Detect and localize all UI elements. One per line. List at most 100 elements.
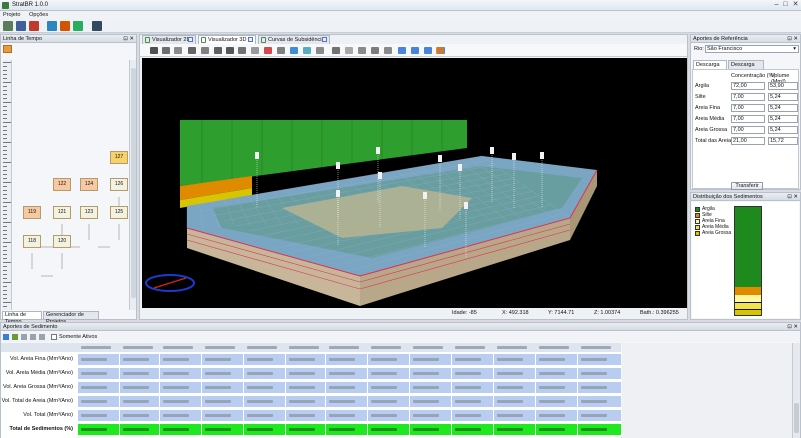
panel-close-icon[interactable]: ⊡ ✕: [787, 193, 798, 201]
tab-detach-icon[interactable]: [248, 37, 253, 42]
somente-ativos-checkbox[interactable]: [51, 334, 57, 340]
timeline-node[interactable]: 127: [110, 151, 128, 164]
row-label: Vol. Areia Fina (Mm³/Ano): [10, 356, 73, 362]
tab-visualizador-3d[interactable]: Visualizador 3D: [198, 35, 256, 44]
maximize-button[interactable]: □: [781, 1, 790, 9]
flag-icon[interactable]: [29, 21, 39, 31]
new-project-icon[interactable]: [3, 21, 13, 31]
timeline-node[interactable]: 125: [110, 206, 128, 219]
export-icon[interactable]: [277, 47, 285, 54]
tab-descarga-minima[interactable]: Descarga Mínima: [693, 60, 727, 76]
wire-icon[interactable]: [214, 47, 222, 54]
import-icon[interactable]: [47, 21, 57, 31]
menu-opcoes[interactable]: Opções: [29, 12, 48, 18]
tab-linha-de-tempo[interactable]: Linha de Tempo: [2, 311, 42, 325]
concentration-field[interactable]: 7,00: [731, 115, 765, 123]
sediment-table-scrollbar[interactable]: [792, 343, 800, 438]
paint-icon[interactable]: [436, 47, 444, 54]
open-project-icon[interactable]: [16, 21, 26, 31]
rio-label: Rio:: [694, 46, 704, 52]
solid-icon[interactable]: [251, 47, 259, 54]
viewer-toolbar: [140, 44, 687, 57]
blue-b-icon[interactable]: [411, 47, 419, 54]
title-bar: StratBR 1.0.0 – □ ✕: [0, 0, 801, 11]
concentration-field[interactable]: 7,00: [731, 104, 765, 112]
legend-swatch: [695, 225, 700, 230]
sediment-table: Vol. Areia Fina (Mm³/Ano) Vol. Areia Médi…: [1, 343, 621, 438]
3d-viewport[interactable]: [142, 58, 687, 308]
ref-row-label: Silte: [695, 94, 706, 100]
add-icon[interactable]: [3, 334, 9, 340]
volume-field: 53,90: [768, 82, 798, 90]
tools-icon[interactable]: [60, 21, 70, 31]
panel-close-icon[interactable]: ⊡ ✕: [787, 35, 798, 43]
timeline-node[interactable]: 126: [110, 178, 128, 191]
pointer-icon[interactable]: [150, 47, 158, 54]
timeline-node[interactable]: 120: [53, 235, 71, 248]
move-icon[interactable]: [162, 47, 170, 54]
legend-swatch: [695, 213, 700, 218]
row-values[interactable]: [77, 424, 621, 435]
distribution-bar: [734, 206, 762, 316]
table-row: Vol. Total de Areia (Mm³/Ano): [1, 395, 621, 408]
status-x: X: 492.318: [502, 310, 529, 316]
blue-c-icon[interactable]: [424, 47, 432, 54]
tab-curvas-de-subsidencia[interactable]: Curvas de Subsidência: [258, 35, 330, 44]
3d-scene: [145, 120, 598, 306]
close-button[interactable]: ✕: [791, 1, 800, 9]
row-values[interactable]: [77, 354, 621, 365]
row-values[interactable]: [77, 382, 621, 393]
timeline-node[interactable]: 123: [80, 206, 98, 219]
panel-close-icon[interactable]: ⊡ ✕: [787, 323, 798, 331]
row-values[interactable]: [77, 396, 621, 407]
timeline-node[interactable]: 122: [53, 178, 71, 191]
fit-icon[interactable]: [188, 47, 196, 54]
scatter-icon[interactable]: [290, 47, 298, 54]
timeline-node[interactable]: 124: [80, 178, 98, 191]
legend-swatch: [695, 219, 700, 224]
row-values[interactable]: [77, 410, 621, 421]
select-icon[interactable]: [226, 47, 234, 54]
tab-gerenciador-de-projetos[interactable]: Gerenciador de Projetos: [43, 311, 99, 325]
concentration-field[interactable]: 72,00: [731, 82, 765, 90]
grid-icon[interactable]: [201, 47, 209, 54]
delete-icon[interactable]: [39, 334, 45, 340]
ref-row-label: Total das Areias: [695, 138, 734, 144]
tab-descarga-maxima[interactable]: Descarga Máxima: [728, 60, 764, 76]
view-top-icon[interactable]: [345, 47, 353, 54]
tab-detach-icon[interactable]: [188, 37, 193, 42]
menu-projeto[interactable]: Projeto: [3, 12, 20, 18]
timeline-node[interactable]: 119: [23, 206, 41, 219]
view-front-icon[interactable]: [358, 47, 366, 54]
row-values[interactable]: [77, 368, 621, 379]
tab-detach-icon[interactable]: [322, 37, 327, 42]
minimize-button[interactable]: –: [772, 1, 781, 9]
status-y: Y: 7144.71: [548, 310, 575, 316]
concentration-field[interactable]: 7,00: [731, 126, 765, 134]
down-icon[interactable]: [21, 334, 27, 340]
zoom-icon[interactable]: [174, 47, 182, 54]
timeline-node[interactable]: 121: [53, 206, 71, 219]
copy-icon[interactable]: [30, 334, 36, 340]
concentration-field[interactable]: 7,00: [731, 93, 765, 101]
tab-visualizador-2d[interactable]: Visualizador 2D: [142, 35, 196, 44]
view-iso-icon[interactable]: [384, 47, 392, 54]
red-box-icon[interactable]: [264, 47, 272, 54]
timeline-node[interactable]: 118: [23, 235, 41, 248]
layer-icon[interactable]: [238, 47, 246, 54]
status-bath: Bath.: 0.396255: [640, 310, 679, 316]
color-icon[interactable]: [303, 47, 311, 54]
bar-areia-grossa: [735, 310, 761, 315]
blue-a-icon[interactable]: [398, 47, 406, 54]
bar-silte: [735, 287, 761, 295]
transferir-button[interactable]: Transferir: [731, 182, 763, 190]
mesh-icon[interactable]: [332, 47, 340, 54]
rotate-icon[interactable]: [316, 47, 324, 54]
export-icon[interactable]: [92, 21, 102, 31]
edit-icon[interactable]: [12, 334, 18, 340]
view-side-icon[interactable]: [371, 47, 379, 54]
ref-row-label: Areia Grossa: [695, 127, 728, 133]
menu-bar: Projeto Opções: [0, 11, 801, 19]
rio-select[interactable]: São Francisco ▾: [705, 45, 799, 53]
layers-icon[interactable]: [73, 21, 83, 31]
